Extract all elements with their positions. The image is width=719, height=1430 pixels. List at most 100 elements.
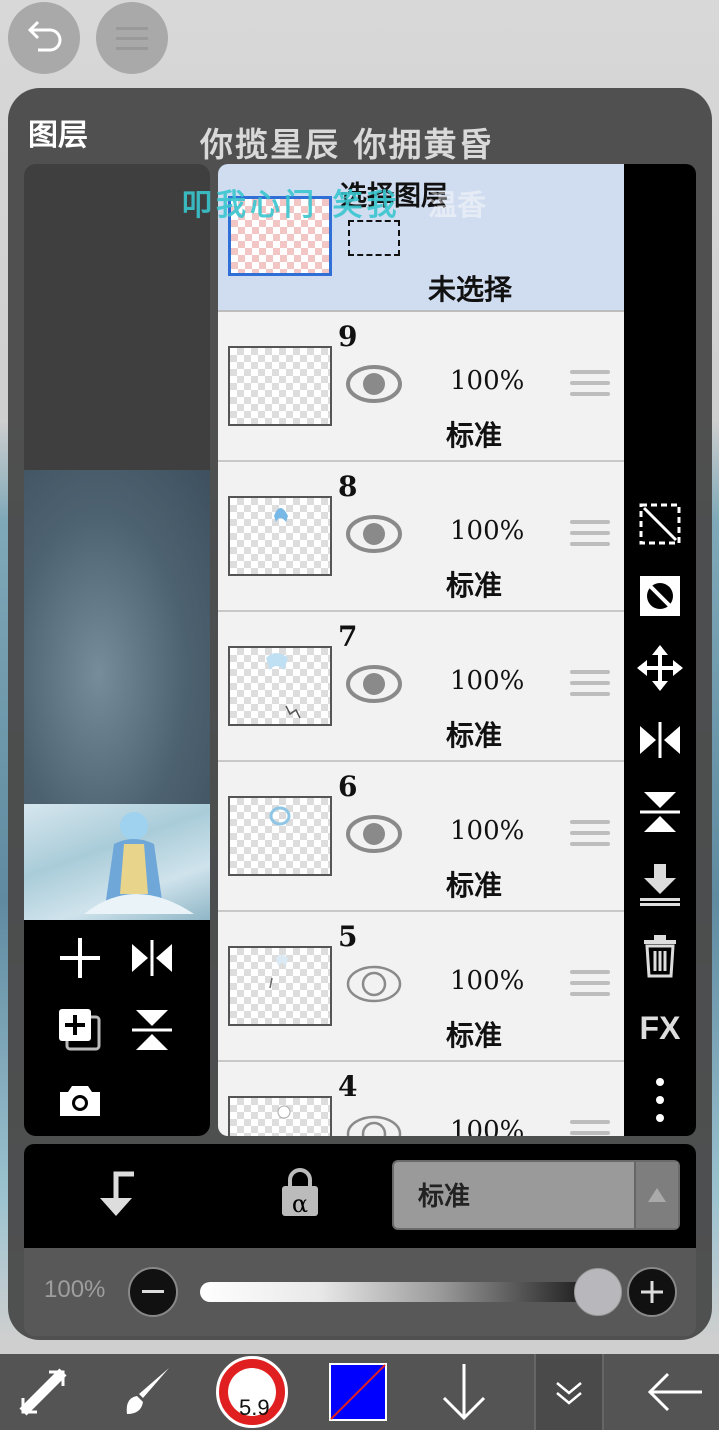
alpha-lock-icon: α: [282, 1168, 318, 1218]
duplicate-layer-button[interactable]: [50, 1000, 110, 1060]
more-vertical-icon: [656, 1078, 664, 1122]
layer-row-6[interactable]: 6 100% 标准: [218, 762, 624, 912]
flip-horizontal-button[interactable]: [122, 928, 182, 988]
brush-icon: [126, 1368, 169, 1414]
flip-layer-horizontal-button[interactable]: [624, 710, 696, 770]
color-picker-button[interactable]: [326, 1354, 390, 1430]
blend-mode-dropdown-arrow[interactable]: [634, 1162, 678, 1228]
lyric-line-2: 叩我心门 笑我: [182, 188, 401, 223]
opacity-increase-button[interactable]: [627, 1267, 677, 1317]
layer-thumbnail: [228, 646, 332, 726]
menu-button[interactable]: [96, 2, 168, 74]
camera-button[interactable]: [50, 1070, 110, 1130]
move-icon: [637, 645, 683, 691]
drag-handle-icon[interactable]: [570, 520, 610, 554]
layer-down-button[interactable]: [432, 1354, 496, 1430]
duplicate-icon: [59, 1009, 101, 1051]
eye-icon[interactable]: [346, 514, 402, 554]
arrow-left-icon: [647, 1372, 702, 1412]
opacity-label: 100%: [44, 1276, 106, 1303]
layer-opacity: 100%: [450, 666, 525, 696]
undo-icon: [27, 20, 62, 52]
layer-blend-mode: 标准: [446, 1019, 503, 1052]
transform-tool-button[interactable]: [8, 1354, 78, 1430]
eye-hidden-icon[interactable]: [346, 1114, 402, 1136]
layer-blend-mode: 标准: [446, 869, 503, 902]
blend-mode-value: 标准: [418, 1182, 471, 1212]
delete-layer-button[interactable]: [624, 926, 696, 986]
brush-tool-button[interactable]: [112, 1354, 182, 1430]
layer-thumbnail: [228, 946, 332, 1026]
flip-layer-vertical-button[interactable]: [624, 782, 696, 842]
add-layer-button[interactable]: [50, 928, 110, 988]
layer-row-8[interactable]: 8 100% 标准: [218, 462, 624, 612]
layer-opacity: 100%: [450, 966, 525, 996]
back-button[interactable]: [636, 1354, 716, 1430]
layer-opacity: 100%: [450, 816, 525, 846]
eye-icon[interactable]: [346, 364, 402, 404]
menu-icon: [116, 27, 148, 50]
drag-handle-icon[interactable]: [570, 820, 610, 854]
clipping-icon: [640, 576, 680, 616]
color-swatch: [329, 1363, 387, 1421]
opacity-slider[interactable]: [200, 1282, 600, 1302]
flip-horizontal-icon: [132, 940, 172, 976]
character-illustration: [84, 812, 194, 914]
layer-actions-toolbar: FX: [624, 164, 696, 1136]
opacity-decrease-button[interactable]: [128, 1267, 178, 1317]
brush-size-button[interactable]: 5.9: [212, 1354, 292, 1430]
layer-row-7[interactable]: 7 100% 标准: [218, 612, 624, 762]
layer-number: 5: [338, 920, 358, 953]
eye-icon[interactable]: [346, 664, 402, 704]
alpha-lock-button[interactable]: α: [278, 1168, 322, 1220]
flip-vertical-icon: [132, 1010, 172, 1050]
triangle-up-icon: [648, 1188, 666, 1202]
svg-text:α: α: [292, 1190, 308, 1218]
clipping-button[interactable]: [624, 566, 696, 626]
drag-handle-icon[interactable]: [570, 370, 610, 404]
lyric-line-2-end: 温香: [428, 188, 487, 222]
layer-number: 8: [338, 470, 358, 503]
drag-handle-icon[interactable]: [570, 1120, 610, 1136]
background-artwork: [24, 470, 210, 810]
transform-icon: [19, 1368, 67, 1416]
eye-icon[interactable]: [346, 814, 402, 854]
layer-number: 9: [338, 320, 358, 353]
clip-to-below-button[interactable]: [94, 1168, 138, 1220]
marquee-icon: [348, 220, 400, 256]
fx-button[interactable]: FX: [624, 998, 696, 1058]
double-chevron-down-icon: [556, 1382, 582, 1405]
camera-icon: [60, 1086, 100, 1116]
layer-blend-mode: 标准: [446, 719, 503, 752]
plus-icon: [641, 1281, 663, 1303]
layer-number: 6: [338, 770, 358, 803]
more-options-button[interactable]: [624, 1070, 696, 1130]
layer-thumbnail: [228, 346, 332, 426]
layer-number: 7: [338, 620, 358, 653]
opacity-slider-knob[interactable]: [574, 1268, 622, 1316]
merge-down-icon: [640, 864, 680, 906]
layer-blend-mode: 标准: [446, 569, 503, 602]
layer-thumbnail: [228, 496, 332, 576]
eye-hidden-icon[interactable]: [346, 964, 402, 1004]
layer-row-9[interactable]: 9 100% 标准: [218, 312, 624, 462]
canvas-thumbnail[interactable]: [24, 804, 210, 920]
layer-row-4[interactable]: 4 100% 标准: [218, 1062, 624, 1136]
drag-handle-icon[interactable]: [570, 670, 610, 704]
clip-arrow-icon: [100, 1171, 134, 1216]
layer-row-5[interactable]: 5 100% 标准: [218, 912, 624, 1062]
layer-opacity: 100%: [450, 516, 525, 546]
merge-down-button[interactable]: [624, 854, 696, 914]
layer-number: 4: [338, 1070, 358, 1103]
flip-vertical-button[interactable]: [122, 1000, 182, 1060]
layer-opacity: 100%: [450, 366, 525, 396]
arrow-down-icon: [442, 1364, 486, 1421]
selection-status: 未选择: [428, 273, 513, 306]
clear-selection-button[interactable]: [624, 494, 696, 554]
collapse-button[interactable]: [534, 1354, 604, 1430]
layer-tools-box: [24, 920, 210, 1136]
drag-handle-icon[interactable]: [570, 970, 610, 1004]
move-button[interactable]: [624, 638, 696, 698]
undo-button[interactable]: [8, 2, 80, 74]
lyric-line-1: 你揽星辰 你拥黄昏: [200, 125, 494, 164]
